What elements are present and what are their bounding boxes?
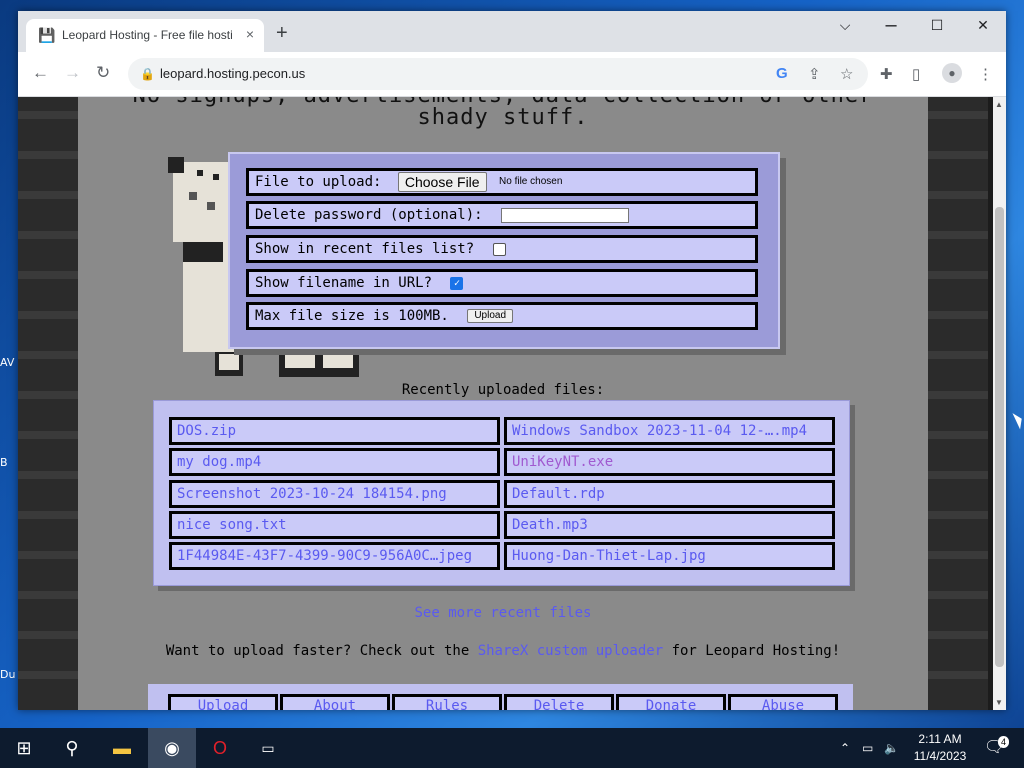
file-upload-row: File to upload: Choose File No file chos… [246, 168, 758, 196]
nav-abuse[interactable]: Abuse [728, 694, 838, 710]
filename-url-label: Show filename in URL? [255, 275, 433, 291]
nav-delete[interactable]: Delete [504, 694, 614, 710]
page-headline: No signups, advertisements, data collect… [78, 97, 928, 129]
search-icon[interactable]: ⚲ [48, 728, 96, 768]
delete-password-row: Delete password (optional): [246, 201, 758, 229]
recent-list-row: Show in recent files list? [246, 235, 758, 263]
maximize-button[interactable]: ☐ [922, 17, 952, 34]
reload-icon[interactable]: ↻ [96, 64, 110, 81]
recent-file-link[interactable]: Default.rdp [504, 480, 835, 508]
browser-tab[interactable]: 💾 Leopard Hosting - Free file hosting × [26, 19, 264, 52]
page-viewport: No signups, advertisements, data collect… [18, 97, 993, 710]
tray-overflow-chevron-icon[interactable]: ⌃ [840, 728, 850, 768]
sharex-promo: Want to upload faster? Check out the Sha… [78, 643, 928, 659]
clock-time: 2:11 AM [918, 732, 962, 746]
more-menu-icon[interactable]: ⋮ [978, 65, 993, 83]
filename-url-row: Show filename in URL? ✓ [246, 269, 758, 297]
windows-start-icon[interactable]: ⊞ [0, 728, 48, 768]
forward-arrow-icon[interactable]: → [64, 64, 81, 81]
upload-button[interactable]: Upload [467, 309, 514, 323]
file-explorer-icon[interactable]: ▬ [98, 728, 146, 768]
scroll-down-arrow-icon[interactable]: ▼ [995, 698, 1003, 707]
desktop-icon-label[interactable]: AV [0, 356, 18, 369]
recent-file-link[interactable]: Huong-Dan-Thiet-Lap.jpg [504, 542, 835, 570]
tab-title: Leopard Hosting - Free file hosting [62, 28, 232, 42]
scroll-up-arrow-icon[interactable]: ▲ [995, 100, 1003, 109]
nav-rules[interactable]: Rules [392, 694, 502, 710]
decorative-border-left [18, 97, 78, 710]
url-text[interactable]: leopard.hosting.pecon.us [160, 66, 305, 81]
upload-form: File to upload: Choose File No file chos… [228, 152, 780, 349]
no-file-text: No file chosen [499, 176, 563, 187]
filename-url-checkbox[interactable]: ✓ [450, 276, 464, 290]
browser-window: 💾 Leopard Hosting - Free file hosting × … [18, 11, 1006, 710]
tab-search-icon[interactable]: ⌵ [830, 17, 860, 34]
desktop-icon-label[interactable]: B [0, 456, 18, 469]
recent-file-link[interactable]: Screenshot 2023-10-24 184154.png [169, 480, 500, 508]
choose-file-button[interactable]: Choose File [397, 172, 487, 192]
side-panel-icon[interactable]: ▯ [912, 65, 920, 83]
address-bar[interactable]: 🔒 leopard.hosting.pecon.us G ⇪ ☆ [128, 58, 868, 90]
nav-upload[interactable]: Upload [168, 694, 278, 710]
new-tab-button[interactable]: + [276, 23, 288, 43]
chrome-icon[interactable]: ◉ [148, 728, 196, 768]
decorative-border-right [928, 97, 988, 710]
tab-strip: 💾 Leopard Hosting - Free file hosting × … [18, 11, 1006, 52]
browser-toolbar: ← → ↻ 🔒 leopard.hosting.pecon.us G ⇪ ☆ ✚… [18, 52, 1006, 97]
nav-donate[interactable]: Donate [616, 694, 726, 710]
minimize-button[interactable]: – [876, 15, 906, 35]
page-scrollbar[interactable]: ▲ ▼ [993, 97, 1006, 710]
delete-password-label: Delete password (optional): [255, 207, 483, 223]
extensions-puzzle-icon[interactable]: ✚ [880, 65, 893, 83]
notification-center-icon[interactable]: 🗨 [984, 728, 1004, 768]
save-disk-icon: 💾 [38, 27, 56, 43]
clock-date: 11/4/2023 [913, 749, 967, 763]
footer-nav: Upload About Rules Delete Donate Abuse [148, 684, 853, 710]
nav-about[interactable]: About [280, 694, 390, 710]
max-size-label: Max file size is 100MB. [255, 308, 449, 324]
back-arrow-icon[interactable]: ← [32, 64, 49, 81]
scrollbar-thumb[interactable] [995, 207, 1004, 667]
delete-password-input[interactable] [501, 207, 630, 223]
sharex-promo-prefix: Want to upload faster? Check out the [165, 643, 470, 659]
sharex-promo-suffix: for Leopard Hosting! [671, 643, 841, 659]
sharex-uploader-link[interactable]: ShareX custom uploader [478, 643, 663, 659]
close-tab-icon[interactable]: × [246, 26, 254, 42]
recent-file-link[interactable]: my dog.mp4 [169, 448, 500, 476]
profile-avatar-icon[interactable]: ● [942, 63, 962, 83]
taskbar: ⊞ ⚲ ▬ ◉ O ▭ ⌃ ▭ 🔈 2:11 AM 11/4/2023 🗨 4 [0, 728, 1024, 768]
desktop-icon-label[interactable]: Du [0, 668, 18, 681]
share-icon[interactable]: ⇪ [808, 65, 821, 83]
recent-file-link[interactable]: Windows Sandbox 2023-11-04 12-….mp4 [504, 417, 835, 445]
google-translate-icon[interactable]: G [776, 65, 788, 82]
headline-line: shady stuff. [417, 105, 589, 130]
network-icon[interactable]: ▭ [862, 728, 873, 768]
bookmark-star-icon[interactable]: ☆ [840, 65, 853, 83]
lock-icon[interactable]: 🔒 [140, 67, 155, 81]
max-size-row: Max file size is 100MB. Upload [246, 302, 758, 330]
see-more-link[interactable]: See more recent files [78, 605, 928, 621]
recent-file-link[interactable]: UniKeyNT.exe [504, 448, 835, 476]
recent-files-title: Recently uploaded files: [401, 382, 605, 398]
recent-file-link[interactable]: 1F44984E-43F7-4399-90C9-956A0C…jpeg [169, 542, 500, 570]
opera-icon[interactable]: O [196, 728, 244, 768]
file-upload-label: File to upload: [255, 174, 382, 190]
page-content: No signups, advertisements, data collect… [78, 97, 928, 710]
volume-muted-icon[interactable]: 🔈 [884, 728, 899, 768]
recent-file-link[interactable]: Death.mp3 [504, 511, 835, 539]
close-window-button[interactable]: ✕ [968, 17, 998, 34]
terminal-icon[interactable]: ▭ [244, 728, 292, 768]
recent-file-link[interactable]: DOS.zip [169, 417, 500, 445]
recent-list-label: Show in recent files list? [255, 241, 475, 257]
system-clock[interactable]: 2:11 AM 11/4/2023 [902, 731, 978, 765]
recent-list-checkbox[interactable] [492, 242, 506, 256]
recent-file-link[interactable]: nice song.txt [169, 511, 500, 539]
notification-count-badge: 4 [998, 736, 1010, 748]
recent-files-list: DOS.zip Windows Sandbox 2023-11-04 12-….… [153, 400, 850, 586]
